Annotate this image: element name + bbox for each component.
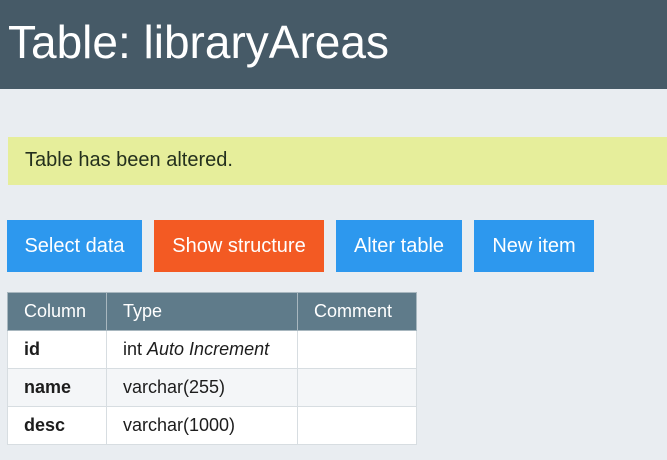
table-header-row: Column Type Comment bbox=[7, 292, 417, 331]
select-data-button[interactable]: Select data bbox=[7, 220, 142, 272]
success-message: Table has been altered. bbox=[8, 137, 667, 185]
column-type-cell: varchar(255) bbox=[106, 368, 298, 407]
auto-increment-label: Auto Increment bbox=[147, 339, 270, 359]
column-name-cell: name bbox=[7, 368, 107, 407]
structure-table: Column Type Comment id int Auto Incremen… bbox=[7, 292, 417, 445]
column-header-type: Type bbox=[106, 292, 298, 331]
table-row: desc varchar(1000) bbox=[7, 406, 417, 445]
column-type-text: int bbox=[123, 339, 143, 359]
column-comment-cell bbox=[297, 330, 417, 369]
page-title: Table: libraryAreas bbox=[8, 16, 389, 68]
column-comment-cell bbox=[297, 368, 417, 407]
new-item-button[interactable]: New item bbox=[474, 220, 594, 272]
column-header-column: Column bbox=[7, 292, 107, 331]
column-comment-cell bbox=[297, 406, 417, 445]
alter-table-button[interactable]: Alter table bbox=[336, 220, 462, 272]
column-type-cell: int Auto Increment bbox=[106, 330, 298, 369]
table-row: name varchar(255) bbox=[7, 368, 417, 407]
column-header-comment: Comment bbox=[297, 292, 417, 331]
column-name-cell: desc bbox=[7, 406, 107, 445]
page-header: Table: libraryAreas bbox=[0, 0, 667, 89]
column-type-cell: varchar(1000) bbox=[106, 406, 298, 445]
show-structure-button[interactable]: Show structure bbox=[154, 220, 324, 272]
table-row: id int Auto Increment bbox=[7, 330, 417, 369]
column-name-cell: id bbox=[7, 330, 107, 369]
